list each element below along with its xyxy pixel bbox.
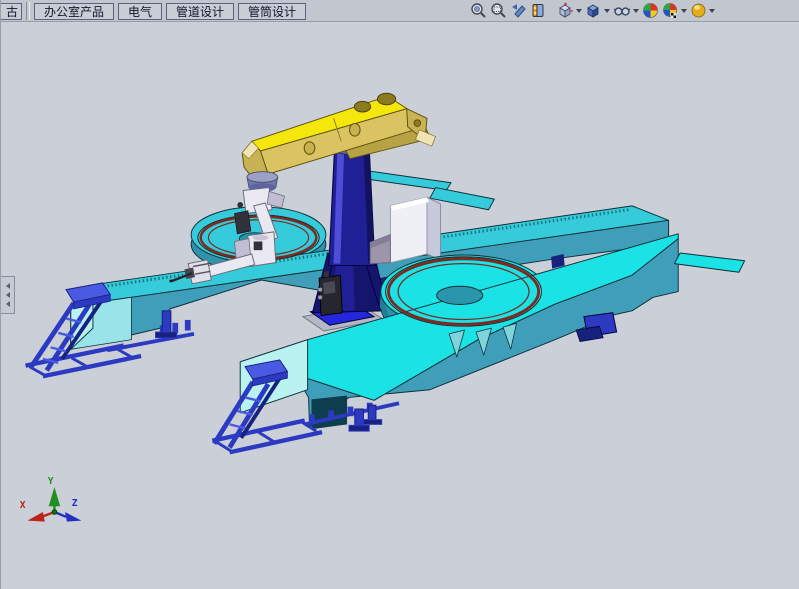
feature-tree-splitter[interactable]	[1, 276, 15, 314]
previous-view-icon	[510, 2, 527, 19]
section-view-icon	[530, 2, 547, 19]
beam-rear-prop-post[interactable]	[162, 311, 171, 334]
display-style-button[interactable]	[584, 1, 611, 21]
graphics-area[interactable]: X Y Z	[1, 22, 799, 589]
stand-front-rail-tab-1	[310, 415, 315, 424]
column-control-box[interactable]	[318, 271, 342, 315]
triad-origin	[52, 510, 57, 515]
beam-front-prop-post-2[interactable]	[368, 405, 376, 421]
apply-scene-button[interactable]	[661, 1, 688, 21]
stand-front-rail-tab-3	[348, 407, 353, 416]
tab-separator	[26, 2, 30, 20]
beam-front-prop-foot-1	[349, 425, 369, 431]
tab-office-products[interactable]: 办公室产品	[34, 3, 114, 20]
solidworks-window: 古 办公室产品 电气 管道设计 管筒设计	[0, 0, 799, 589]
triad-z-label: Z	[72, 498, 78, 509]
command-manager-bar: 古 办公室产品 电气 管道设计 管筒设计	[1, 0, 799, 22]
splitter-arrow-icon	[6, 292, 10, 298]
control-box-knob-1[interactable]	[318, 287, 322, 291]
boom-top-hole-2	[377, 93, 395, 105]
robot-mount-flange	[247, 172, 278, 183]
control-box-panel	[323, 281, 336, 294]
view-settings-dropdown-arrow[interactable]	[709, 9, 715, 13]
stand-left-rail-tab-3	[185, 320, 190, 330]
heads-up-view-toolbar	[469, 1, 799, 21]
boom-side-hole-1	[304, 142, 315, 155]
slew-ring-front-bore[interactable]	[437, 286, 483, 304]
apply-scene-icon	[662, 2, 679, 19]
previous-view-button[interactable]	[509, 1, 528, 21]
splitter-arrow-icon	[6, 283, 10, 289]
zoom-to-area-button[interactable]	[489, 1, 508, 21]
stand-front-rail-tab-2	[329, 411, 334, 420]
edit-appearance-icon	[642, 2, 659, 19]
splitter-arrow-icon	[6, 301, 10, 307]
control-box-knob-2[interactable]	[318, 295, 322, 299]
hide-show-items-icon	[613, 2, 631, 19]
triad-y-label: Y	[48, 476, 54, 487]
robot-cable-bracket	[234, 211, 250, 234]
view-orientation-icon	[557, 2, 574, 19]
robot-elbow-motor	[254, 241, 263, 250]
view-settings-button[interactable]	[689, 1, 716, 21]
beam-front-prop-post-1[interactable]	[355, 409, 364, 427]
control-box-fitting	[324, 271, 329, 277]
boom-top-hole-1	[354, 101, 370, 112]
display-style-dropdown-arrow[interactable]	[604, 9, 610, 13]
beam-rear-prop-foot	[156, 332, 177, 338]
hide-show-items-dropdown-arrow[interactable]	[633, 9, 639, 13]
boom-side-hole-2	[349, 124, 360, 137]
view-orientation-button[interactable]	[556, 1, 583, 21]
view-settings-icon	[690, 2, 707, 19]
hide-show-items-button[interactable]	[612, 1, 640, 21]
zoom-to-fit-button[interactable]	[469, 1, 488, 21]
robot-shoulder-motor	[237, 202, 243, 208]
boom-hinge-pin	[414, 120, 421, 127]
tab-evaluate-partial[interactable]: 古	[1, 3, 22, 20]
tab-piping-design[interactable]: 管道设计	[166, 3, 234, 20]
apply-scene-dropdown-arrow[interactable]	[681, 9, 687, 13]
beam-front-prop-foot-2	[363, 420, 381, 425]
tab-tubing-design[interactable]: 管筒设计	[238, 3, 306, 20]
zoom-to-area-icon	[490, 2, 507, 19]
robot-elbow-joint	[253, 235, 268, 241]
fixture-block-right-face[interactable]	[427, 197, 440, 260]
display-style-icon	[585, 2, 602, 19]
section-view-button[interactable]	[529, 1, 548, 21]
triad-x-label: X	[20, 500, 26, 511]
torch-tip	[169, 280, 172, 283]
edit-appearance-button[interactable]	[641, 1, 660, 21]
model-scene: X Y Z	[1, 22, 799, 589]
control-box-body[interactable]	[319, 275, 342, 315]
zoom-to-fit-icon	[470, 2, 487, 19]
view-orientation-dropdown-arrow[interactable]	[576, 9, 582, 13]
tab-electrical[interactable]: 电气	[118, 3, 162, 20]
